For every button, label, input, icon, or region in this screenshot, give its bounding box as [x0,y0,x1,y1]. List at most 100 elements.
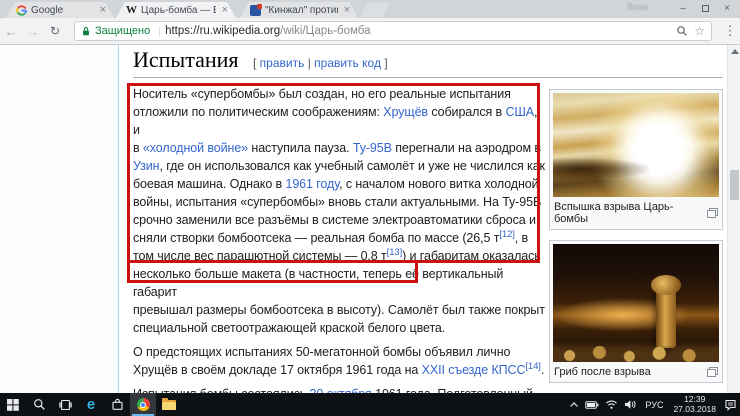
tab-strip: Google × W Царь-бомба — Википе × "Кинжал… [0,0,740,18]
google-favicon-icon [16,5,27,16]
url-path: /wiki/Царь-бомба [280,25,371,37]
tab-close-icon[interactable]: × [98,5,108,15]
clock-date: 27.03.2018 [673,403,716,414]
tab-kinzhal-article[interactable]: "Кинжал" против ВМС С × [240,2,358,18]
task-view-icon [58,399,72,410]
forward-icon[interactable]: → [22,24,44,39]
battery-indicator[interactable] [582,393,602,416]
tab-wikipedia-active[interactable]: W Царь-бомба — Википе × [116,2,236,18]
new-tab-button[interactable] [360,3,390,17]
maximize-button[interactable] [694,0,716,16]
wiki-link[interactable]: Ту-95В [353,141,392,155]
paragraph: Испытания бомбы состоялись 30 октября 19… [133,385,547,393]
text-run: сняли створки бомбоотсека — реальная бом… [133,231,500,245]
battery-icon [585,400,599,409]
taskbar-search-button[interactable] [26,393,52,416]
taskbar-clock[interactable]: 12:39 27.03.2018 [668,393,721,416]
edit-bracket: ] [384,56,388,70]
wiki-link[interactable]: Хрущёв [383,105,428,119]
edit-separator: | [307,56,311,70]
wifi-icon [606,400,618,409]
wiki-link[interactable]: США [505,105,534,119]
minimize-button[interactable]: – [672,0,694,16]
text-run: превышал размеры бомбоотсека в высоту). … [133,303,545,317]
chrome-icon [136,398,150,411]
action-center-button[interactable] [721,393,740,416]
wiki-link[interactable]: XXII съезде КПСС [422,363,526,377]
zoom-indicator-icon[interactable] [676,25,688,37]
edit-link[interactable]: править [260,56,305,70]
network-indicator[interactable] [602,393,621,416]
tab-close-icon[interactable]: × [342,5,352,15]
text-run: , где он использовался как учебный самол… [159,159,545,173]
browser-window: Google × W Царь-бомба — Википе × "Кинжал… [0,0,740,416]
close-button[interactable]: × [716,0,738,16]
text-run: . [540,363,545,377]
edit-code-link[interactable]: править код [314,56,381,70]
paragraph: Носитель «супербомбы» был создан, но его… [133,85,547,337]
photo-mushroom-cloud[interactable] [553,244,719,362]
wiki-link[interactable]: 1961 году [285,177,339,191]
text-run: ) и габаритам оказалась [402,249,541,263]
paragraph: О предстоящих испытаниях 50-мегатонной б… [133,343,547,379]
profile-label[interactable]: Вова [627,2,648,12]
volume-indicator[interactable] [621,393,640,416]
text-run: отложили по политическим соображениям: [133,105,384,119]
reference-link[interactable]: [12] [499,229,515,240]
chrome-button-active[interactable] [130,393,156,416]
bookmark-star-icon[interactable]: ☆ [694,24,705,38]
thumbnail-caption: Гриб после взрыва [554,366,651,378]
tray-expand-button[interactable] [566,393,582,416]
text-run: О предстоящих испытаниях 50-мегатонной б… [133,345,511,359]
cloud-ground-shape [553,346,719,362]
reload-icon[interactable]: ↻ [44,24,66,38]
scrollbar-track[interactable] [727,45,740,393]
page-viewport: Испытания [ править | править код ] Носи… [0,45,740,393]
folder-icon [162,397,176,410]
browser-toolbar: ← → ↻ Защищено | https://ru.wikipedia.or… [0,18,740,45]
thumbnail-mushroom[interactable]: Гриб после взрыва [549,240,723,383]
address-bar[interactable]: Защищено | https://ru.wikipedia.org /wik… [74,21,712,41]
reference-link[interactable]: [14] [525,361,541,372]
text-run: несколько больше макета (в частности, те… [133,267,504,299]
scrollbar-thumb[interactable] [730,170,739,200]
tab-title: Google [31,4,64,16]
enlarge-icon[interactable] [707,367,718,377]
text-run: наступила пауза. [248,141,353,155]
chevron-up-icon [570,401,579,407]
text-run: , с началом нового витка холодной [339,177,539,191]
site-favicon-icon [250,5,261,16]
wiki-content: Испытания [ править | править код ] Носи… [120,45,727,393]
secure-lock-icon [83,26,89,35]
wiki-link[interactable]: «холодной войне» [143,141,248,155]
text-run: , в [514,231,529,245]
tab-close-icon[interactable]: × [220,5,230,15]
file-explorer-button[interactable] [156,393,182,416]
scroll-up-arrow-icon[interactable] [731,49,739,54]
system-tray: РУС 12:39 27.03.2018 [566,393,740,416]
start-button[interactable] [0,393,26,416]
edge-button[interactable]: e [78,393,104,416]
thumbnail-caption: Вспышка взрыва Царь-бомбы [554,201,674,225]
wiki-left-margin [0,45,119,393]
text-run: срочно заменили все разъёмы в системе эл… [133,213,536,227]
article-paragraphs: Носитель «супербомбы» был создан, но его… [133,85,547,393]
wiki-link[interactable]: Узин [133,159,160,173]
photo-tsar-bomba-flash[interactable] [553,93,719,197]
mushroom-cloud-shape [650,275,681,348]
thumbnail-flash[interactable]: Вспышка взрыва Царь-бомбы [549,89,723,230]
action-center-icon [725,399,736,411]
language-indicator[interactable]: РУС [640,393,668,416]
reference-link[interactable]: [13] [387,247,403,258]
section-heading-row: Испытания [ править | править код ] [133,47,723,78]
security-label[interactable]: Защищено [95,25,150,37]
back-icon[interactable]: ← [0,24,22,39]
enlarge-icon[interactable] [707,208,718,218]
text-run: войны, испытания «супербомбы» вновь стал… [133,195,542,209]
text-run: боевая машина. Однако в [133,177,286,191]
text-run: Носитель «супербомбы» был создан, но его… [133,87,511,101]
browser-menu-icon[interactable]: ⋮ [720,23,740,39]
store-button[interactable] [104,393,130,416]
task-view-button[interactable] [52,393,78,416]
tab-google[interactable]: Google × [6,2,114,18]
